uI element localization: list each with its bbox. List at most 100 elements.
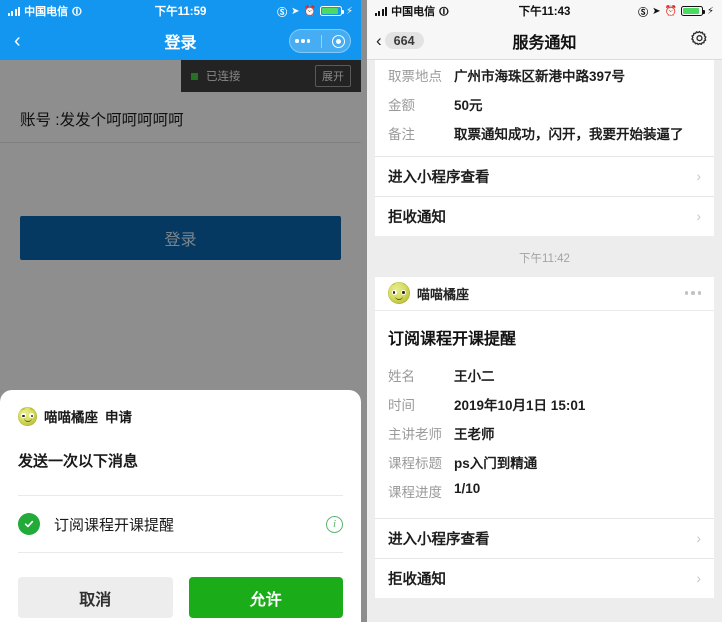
field-key: 备注	[388, 126, 415, 142]
notification-fields-top: 取票地点 广州市海珠区新港中路397号 金额 50元 备注 取票通知成功，闪开，…	[375, 60, 714, 156]
field-value: 50元	[454, 97, 483, 113]
modal-app-name: 喵喵橘座	[44, 410, 98, 425]
modal-separator-2	[18, 552, 343, 553]
time-separator: 下午11:42	[519, 252, 570, 265]
allow-button[interactable]: 允许	[188, 577, 343, 618]
at-icon: Ⓢ	[277, 7, 288, 19]
chevron-right-icon: ›	[696, 208, 701, 224]
field-key: 姓名	[388, 369, 415, 384]
battery-icon	[680, 6, 705, 16]
reject-notification-label: 拒收通知	[388, 209, 446, 226]
field-row: 主讲老师 王老师	[388, 419, 701, 448]
battery-icon	[319, 6, 344, 16]
field-key: 时间	[388, 398, 415, 413]
field-key: 课程进度	[388, 485, 442, 500]
field-row: 取票地点 广州市海珠区新港中路397号	[388, 60, 701, 89]
cancel-button[interactable]: 取消	[18, 577, 173, 618]
wifi-icon: ⏼	[439, 4, 449, 18]
wifi-icon: ⏼	[72, 4, 82, 18]
alarm-clock-icon: ⏰	[303, 5, 316, 17]
chevron-right-icon: ›	[696, 168, 701, 184]
field-key: 金额	[388, 97, 415, 113]
notification-card-top: 取票地点 广州市海珠区新港中路397号 金额 50元 备注 取票通知成功，闪开，…	[375, 60, 714, 236]
modal-action-buttons: 取消 允许	[18, 577, 343, 618]
gear-icon[interactable]	[690, 29, 709, 53]
field-row: 备注 取票通知成功，闪开，我要开始装逼了	[388, 118, 701, 156]
notification-title: 订阅课程开课提醒	[388, 330, 517, 348]
chevron-right-icon: ›	[696, 570, 701, 586]
notification-card-header[interactable]: 喵喵橘座	[375, 277, 714, 311]
left-page-body: 账号 :发发个呵呵呵呵呵 登录 已连接 展开 喵喵橘座 申请 发送一次以下消息 …	[0, 60, 361, 622]
open-miniprogram-label: 进入小程序查看	[388, 169, 490, 186]
reject-notification-row[interactable]: 拒收通知 ›	[375, 195, 714, 236]
signal-strength-icon	[8, 6, 21, 16]
field-value: 1/10	[454, 481, 481, 496]
capsule-divider	[320, 34, 322, 48]
field-value: 王小二	[454, 369, 495, 384]
left-phone-screen: 中国电信 ⏼ 下午11:59 Ⓢ ➤ ⏰ ⚡ ‹ 登录 账号 :发发个呵呵呵呵呵…	[0, 0, 361, 622]
field-key: 取票地点	[388, 68, 442, 84]
field-value: 王老师	[454, 427, 495, 442]
field-key: 主讲老师	[388, 427, 442, 442]
back-chevron-icon: ‹	[376, 31, 382, 50]
subscribe-message-row[interactable]: 订阅课程开课提醒 i	[18, 496, 343, 552]
back-chevron-icon[interactable]: ‹	[0, 31, 35, 51]
field-key: 课程标题	[388, 456, 442, 471]
card-app-name: 喵喵橘座	[417, 286, 470, 302]
field-row: 金额 50元	[388, 89, 701, 118]
right-phone-screen: 中国电信 ⏼ 下午11:43 Ⓢ ➤ ⏰ ⚡ ‹ 664 服务通知 取票地点 广…	[361, 0, 722, 622]
field-row: 课程标题 ps入门到精通	[388, 448, 701, 477]
notification-card-bottom: 喵喵橘座 订阅课程开课提醒 姓名 王小二 时间 2019年10月1日 15:01…	[375, 276, 714, 598]
status-bar-left: 中国电信 ⏼	[8, 3, 82, 19]
at-icon: Ⓢ	[638, 7, 649, 19]
status-bar-right: Ⓢ ➤ ⏰ ⚡	[638, 4, 714, 19]
left-status-bar: 中国电信 ⏼ 下午11:59 Ⓢ ➤ ⏰ ⚡	[0, 0, 361, 22]
modal-request-word: 申请	[105, 410, 132, 425]
more-dots-icon[interactable]	[684, 291, 701, 295]
field-value: 广州市海珠区新港中路397号	[454, 68, 626, 84]
field-row: 姓名 王小二	[388, 361, 701, 390]
open-miniprogram-row[interactable]: 进入小程序查看 ›	[375, 517, 714, 558]
status-bar-left: 中国电信 ⏼	[375, 3, 449, 19]
check-circle-icon[interactable]	[18, 513, 40, 535]
field-value: 取票通知成功，闪开，我要开始装逼了	[454, 126, 684, 142]
reject-notification-label: 拒收通知	[388, 571, 446, 588]
cat-avatar-icon	[18, 406, 37, 426]
reject-notification-row[interactable]: 拒收通知 ›	[375, 557, 714, 598]
right-nav-bar: ‹ 664 服务通知	[367, 22, 722, 60]
right-status-bar: 中国电信 ⏼ 下午11:43 Ⓢ ➤ ⏰ ⚡	[367, 0, 722, 22]
location-arrow-icon: ➤	[291, 5, 300, 17]
allow-button-label: 允许	[249, 591, 282, 609]
carrier-label: 中国电信	[391, 6, 436, 18]
alarm-clock-icon: ⏰	[664, 5, 677, 17]
field-row: 时间 2019年10月1日 15:01	[388, 390, 701, 419]
cancel-button-label: 取消	[79, 591, 112, 609]
field-row: 课程进度 1/10	[388, 477, 701, 506]
dual-screenshot-container: 中国电信 ⏼ 下午11:59 Ⓢ ➤ ⏰ ⚡ ‹ 登录 账号 :发发个呵呵呵呵呵…	[0, 0, 722, 622]
chevron-right-icon: ›	[696, 530, 701, 546]
more-dots-icon[interactable]	[295, 39, 311, 43]
back-button[interactable]: ‹ 664	[367, 32, 424, 49]
status-bar-right: Ⓢ ➤ ⏰ ⚡	[277, 4, 353, 19]
modal-app-header: 喵喵橘座 申请	[18, 390, 343, 426]
info-circle-icon[interactable]: i	[326, 515, 343, 533]
subscribe-message-label: 订阅课程开课提醒	[54, 516, 175, 534]
cat-avatar-icon	[388, 282, 410, 304]
service-notification-list[interactable]: 取票地点 广州市海珠区新港中路397号 金额 50元 备注 取票通知成功，闪开，…	[367, 60, 722, 622]
location-arrow-icon: ➤	[652, 5, 661, 17]
miniprogram-capsule[interactable]	[289, 29, 351, 53]
subscribe-permission-modal: 喵喵橘座 申请 发送一次以下消息 订阅课程开课提醒 i 取消 允许	[0, 390, 361, 622]
open-miniprogram-row[interactable]: 进入小程序查看 ›	[375, 155, 714, 196]
signal-strength-icon	[375, 6, 388, 16]
lightning-icon: ⚡	[345, 5, 353, 17]
field-value: 2019年10月1日 15:01	[454, 398, 586, 413]
left-nav-bar: ‹ 登录	[0, 22, 361, 60]
carrier-label: 中国电信	[24, 6, 69, 18]
modal-subtitle: 发送一次以下消息	[18, 453, 139, 470]
open-miniprogram-label: 进入小程序查看	[388, 531, 490, 548]
target-icon[interactable]	[331, 34, 345, 48]
field-value: ps入门到精通	[454, 456, 538, 471]
lightning-icon: ⚡	[706, 5, 714, 17]
unread-count-badge: 664	[384, 32, 424, 49]
notification-fields-bottom: 姓名 王小二 时间 2019年10月1日 15:01 主讲老师 王老师 课程标题…	[375, 361, 714, 518]
